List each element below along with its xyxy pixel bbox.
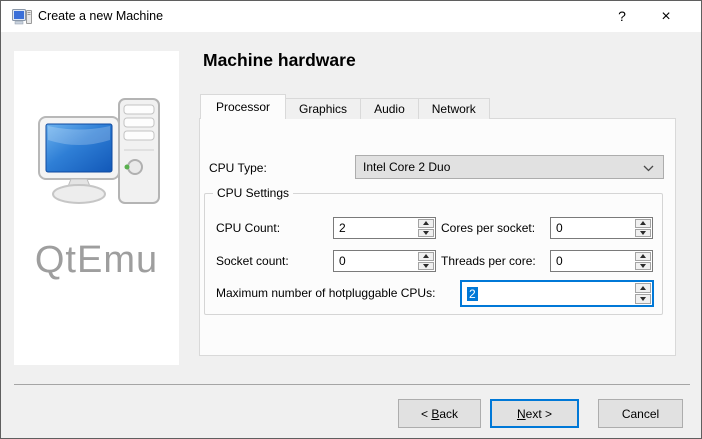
socket-count-value: 0: [339, 254, 346, 268]
spinner-buttons: [635, 219, 651, 237]
arrow-down-icon: [423, 230, 429, 235]
cpu-type-selected-value: Intel Core 2 Duo: [363, 160, 451, 174]
cores-per-socket-spinbox[interactable]: 0: [550, 217, 653, 239]
arrow-up-icon: [640, 254, 646, 259]
spinner-buttons: [635, 283, 651, 304]
cores-per-socket-value: 0: [556, 221, 563, 235]
footer-separator: [14, 384, 690, 385]
tab-network[interactable]: Network: [417, 98, 490, 119]
arrow-up-icon: [423, 221, 429, 226]
help-button[interactable]: ?: [607, 1, 637, 32]
page-title: Machine hardware: [203, 50, 356, 70]
window-title: Create a new Machine: [38, 9, 164, 23]
socket-count-label: Socket count:: [216, 254, 289, 268]
spin-up-button[interactable]: [635, 283, 651, 293]
cpu-type-label: CPU Type:: [209, 161, 267, 175]
socket-count-spinbox[interactable]: 0: [333, 250, 436, 272]
spin-up-button[interactable]: [418, 252, 434, 261]
max-hotpluggable-value: 2: [467, 286, 478, 301]
cpu-count-label: CPU Count:: [216, 221, 281, 235]
arrow-up-icon: [640, 221, 646, 226]
next-button[interactable]: Next >: [490, 399, 579, 428]
tab-processor[interactable]: Processor: [200, 94, 287, 119]
tab-bar: Processor Graphics Audio Network: [200, 94, 490, 119]
spinner-buttons: [418, 252, 434, 270]
spinner-buttons: [418, 219, 434, 237]
spin-down-button[interactable]: [635, 261, 651, 270]
sidebar-watermark: QtEmu: [14, 51, 179, 365]
cpu-settings-groupbox: CPU Settings CPU Count: 2 Cores per sock…: [204, 186, 663, 315]
qtemu-computer-logo: [38, 98, 160, 204]
cores-per-socket-label: Cores per socket:: [441, 221, 536, 235]
back-button[interactable]: < Back: [398, 399, 481, 428]
spinner-buttons: [635, 252, 651, 270]
arrow-down-icon: [423, 263, 429, 268]
processor-tab-pane: CPU Type: Intel Core 2 Duo CPU Settings …: [199, 118, 676, 356]
qtemu-brand-text: QtEmu: [34, 239, 159, 281]
spin-down-button[interactable]: [635, 228, 651, 237]
threads-per-core-spinbox[interactable]: 0: [550, 250, 653, 272]
cpu-count-spinbox[interactable]: 2: [333, 217, 436, 239]
tab-graphics[interactable]: Graphics: [285, 98, 362, 119]
cancel-button[interactable]: Cancel: [598, 399, 683, 428]
max-hotpluggable-spinbox[interactable]: 2: [460, 280, 654, 307]
create-machine-dialog: Create a new Machine ? × QtEmu Machine h…: [0, 0, 702, 439]
spin-down-button[interactable]: [418, 261, 434, 270]
titlebar[interactable]: Create a new Machine ? ×: [1, 1, 701, 32]
chevron-down-icon: [643, 165, 654, 172]
spin-down-button[interactable]: [418, 228, 434, 237]
close-button[interactable]: ×: [651, 1, 681, 32]
threads-per-core-label: Threads per core:: [441, 254, 536, 268]
spin-up-button[interactable]: [635, 219, 651, 228]
cpu-settings-group-label: CPU Settings: [213, 186, 294, 200]
tab-audio[interactable]: Audio: [360, 98, 419, 119]
cpu-type-combobox[interactable]: Intel Core 2 Duo: [355, 155, 664, 179]
cpu-count-value: 2: [339, 221, 346, 235]
threads-per-core-value: 0: [556, 254, 563, 268]
max-hotpluggable-label: Maximum number of hotpluggable CPUs:: [216, 286, 436, 300]
spin-up-button[interactable]: [635, 252, 651, 261]
arrow-down-icon: [640, 263, 646, 268]
arrow-down-icon: [640, 230, 646, 235]
spin-up-button[interactable]: [418, 219, 434, 228]
arrow-up-icon: [640, 286, 646, 290]
computer-app-icon: [12, 9, 32, 25]
arrow-up-icon: [423, 254, 429, 259]
arrow-down-icon: [640, 297, 646, 301]
spin-down-button[interactable]: [635, 294, 651, 304]
